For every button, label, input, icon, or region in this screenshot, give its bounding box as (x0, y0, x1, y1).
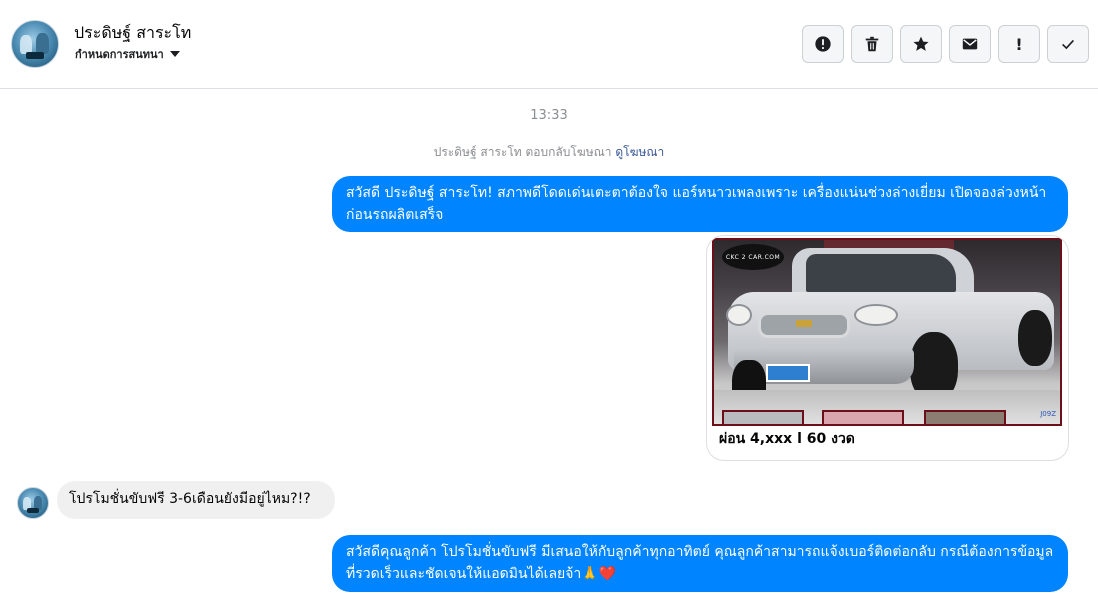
outgoing-message: สวัสดีคุณลูกค้า โปรโมชั่นขับฟรี มีเสนอให… (332, 535, 1068, 592)
conversation-setting-dropdown[interactable]: กำหนดการสนทนา (75, 45, 180, 63)
report-icon (815, 36, 831, 52)
message-text: โปรโมชั่นขับฟรี 3-6เดือนยังมีอยู่ไหม?!? (69, 491, 311, 507)
contact-avatar[interactable] (11, 20, 59, 68)
dealer-logo: CKC 2 CAR.COM (722, 244, 784, 270)
message-text: สวัสดีคุณลูกค้า โปรโมชั่นขับฟรี มีเสนอให… (346, 544, 1054, 582)
message-text: สวัสดี ประดิษฐ์ สาระโท! สภาพดีโดดเด่นเตะ… (346, 185, 1047, 223)
mark-done-button[interactable] (1047, 25, 1089, 63)
ad-card-caption: ผ่อน 4,xxx l 60 งวด (719, 431, 855, 447)
caret-down-icon (169, 51, 180, 57)
star-button[interactable] (900, 25, 942, 63)
mark-unread-button[interactable] (949, 25, 991, 63)
ad-reply-note: ประดิษฐ์ สาระโท ตอบกลับโฆษณา ดูโฆษณา (0, 143, 1098, 162)
incoming-message: โปรโมชั่นขับฟรี 3-6เดือนยังมีอยู่ไหม?!? (57, 481, 335, 519)
ad-reply-note-text: ประดิษฐ์ สาระโท ตอบกลับโฆษณา (433, 145, 612, 159)
photo-code: J09Z (1040, 410, 1056, 418)
sender-avatar[interactable] (17, 487, 49, 519)
ad-car-photo: CKC 2 CAR.COM J09Z (712, 238, 1062, 426)
envelope-icon (962, 38, 978, 50)
conversation-setting-label: กำหนดการสนทนา (75, 48, 164, 61)
view-ad-link[interactable]: ดูโฆษณา (615, 145, 664, 159)
contact-name[interactable]: ประดิษฐ์ สาระโท (74, 21, 191, 46)
delete-button[interactable] (851, 25, 893, 63)
trash-icon (865, 36, 879, 52)
mark-important-button[interactable]: ! (998, 25, 1040, 63)
ad-card[interactable]: CKC 2 CAR.COM J09Z ผ่อน 4,xxx l 60 งวด (706, 235, 1069, 461)
star-icon (913, 36, 929, 51)
message-timestamp: 13:33 (530, 108, 568, 123)
mark-important-icon: ! (1015, 34, 1023, 54)
report-button[interactable] (802, 25, 844, 63)
conversation-toolbar: ! (802, 25, 1089, 63)
check-icon (1062, 39, 1074, 50)
outgoing-message: สวัสดี ประดิษฐ์ สาระโท! สภาพดีโดดเด่นเตะ… (332, 176, 1068, 232)
conversation-header: ประดิษฐ์ สาระโท กำหนดการสนทนา ! (0, 0, 1098, 89)
